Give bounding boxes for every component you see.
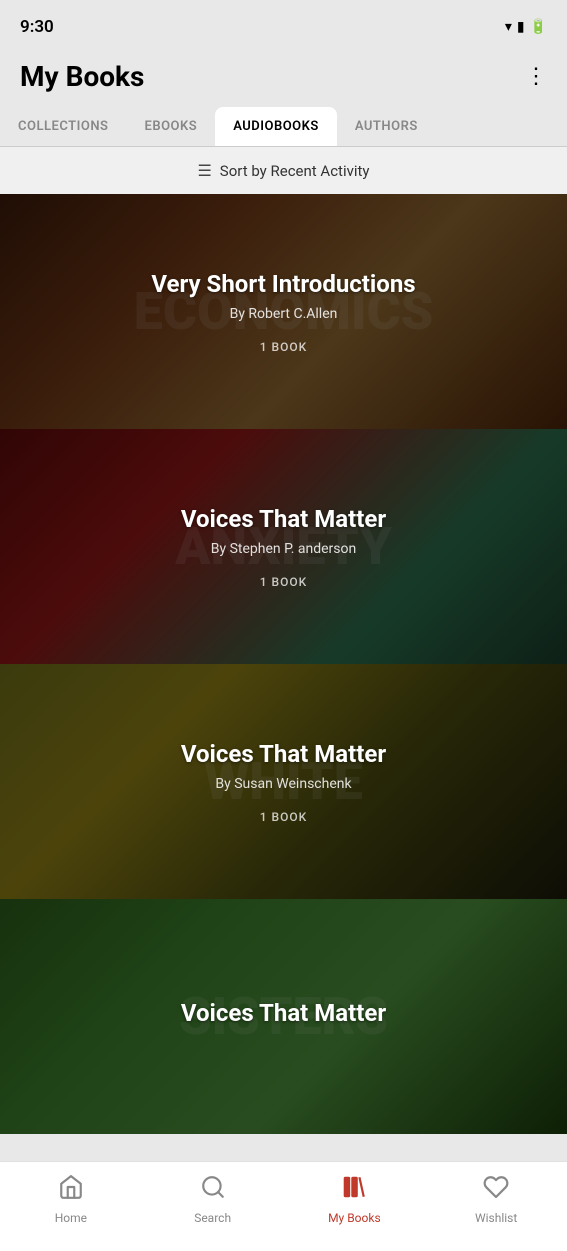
book-card-3[interactable]: WHITEVoices That MatterBy Susan Weinsche… <box>0 664 567 899</box>
tabs-bar: COLLECTIONSEBOOKSAUDIOBOOKSAUTHORS <box>0 107 567 147</box>
book-title-3: Voices That Matter <box>181 740 386 768</box>
sort-icon: ☰ <box>197 161 211 180</box>
book-title-1: Very Short Introductions <box>151 270 415 298</box>
content-area: ☰ Sort by Recent Activity ECONOMICSVery … <box>0 147 567 1224</box>
wifi-icon: ▾ <box>505 19 512 35</box>
nav-label-search: Search <box>194 1211 231 1225</box>
tab-collections[interactable]: COLLECTIONS <box>0 107 127 146</box>
book-card-1[interactable]: ECONOMICSVery Short IntroductionsBy Robe… <box>0 194 567 429</box>
book-card-4[interactable]: SISTERSVoices That Matter <box>0 899 567 1134</box>
search-icon <box>200 1174 226 1206</box>
battery-icon: 🔋 <box>530 19 547 35</box>
book-title-4: Voices That Matter <box>181 999 386 1027</box>
nav-label-home: Home <box>55 1211 87 1225</box>
nav-item-mybooks[interactable]: My Books <box>319 1174 389 1225</box>
tab-ebooks[interactable]: EBOOKS <box>127 107 216 146</box>
more-options-button[interactable]: ⋮ <box>525 66 547 88</box>
sort-bar[interactable]: ☰ Sort by Recent Activity <box>0 147 567 194</box>
status-time: 9:30 <box>20 17 54 37</box>
tab-authors[interactable]: AUTHORS <box>337 107 436 146</box>
book-count-1: 1 BOOK <box>260 340 308 354</box>
page-title: My Books <box>20 60 144 93</box>
status-icons: ▾ ▮ 🔋 <box>505 19 547 35</box>
tab-audiobooks[interactable]: AUDIOBOOKS <box>215 107 337 146</box>
nav-label-wishlist: Wishlist <box>475 1211 517 1225</box>
wishlist-icon <box>483 1174 509 1206</box>
book-author-3: By Susan Weinschenk <box>215 776 351 792</box>
nav-label-mybooks: My Books <box>328 1211 381 1225</box>
page-header: My Books ⋮ <box>0 50 567 107</box>
book-list: ECONOMICSVery Short IntroductionsBy Robe… <box>0 194 567 1134</box>
nav-item-search[interactable]: Search <box>178 1174 248 1225</box>
book-card-2[interactable]: ANXIETYVoices That MatterBy Stephen P. a… <box>0 429 567 664</box>
book-author-1: By Robert C.Allen <box>230 306 338 322</box>
home-icon <box>58 1174 84 1206</box>
nav-item-home[interactable]: Home <box>36 1174 106 1225</box>
book-title-2: Voices That Matter <box>181 505 386 533</box>
nav-item-wishlist[interactable]: Wishlist <box>461 1174 531 1225</box>
status-bar: 9:30 ▾ ▮ 🔋 <box>0 0 567 50</box>
bottom-navigation: Home Search My Books Wishlist <box>0 1161 567 1251</box>
signal-icon: ▮ <box>517 19 525 35</box>
book-count-3: 1 BOOK <box>260 810 308 824</box>
book-count-2: 1 BOOK <box>260 575 308 589</box>
mybooks-icon <box>341 1174 367 1206</box>
sort-label: Sort by Recent Activity <box>220 162 370 180</box>
book-author-2: By Stephen P. anderson <box>211 541 356 557</box>
